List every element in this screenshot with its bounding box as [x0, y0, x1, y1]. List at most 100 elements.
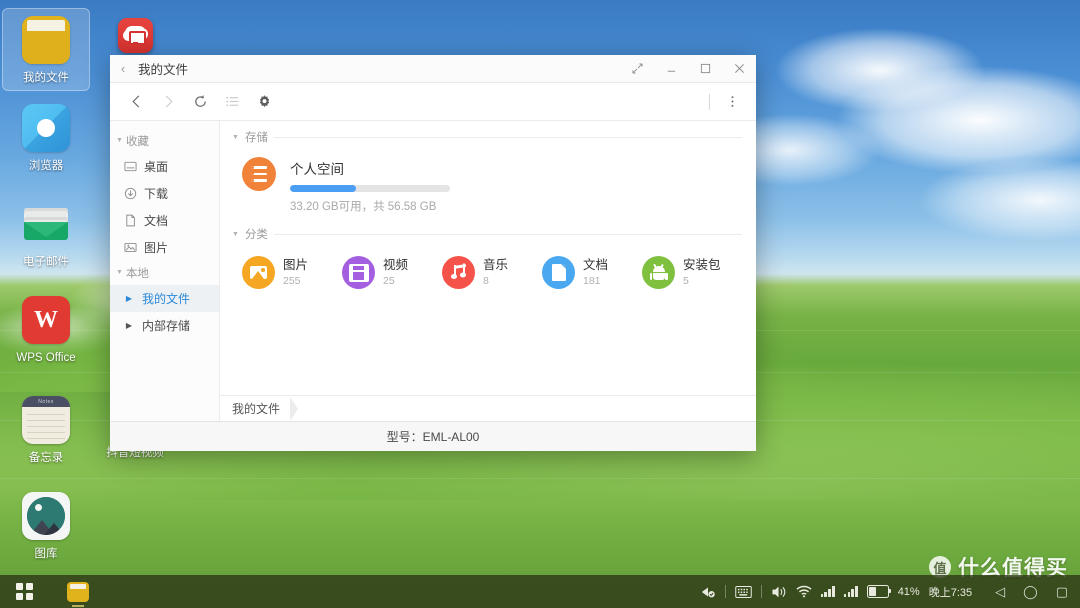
taskbar-item-file-manager[interactable]	[48, 575, 108, 608]
device-model-text: 型号：EML-AL00	[386, 430, 480, 444]
desktop-icon-notes[interactable]: Notes 备忘录	[2, 396, 90, 465]
tray-divider	[760, 585, 762, 598]
close-button[interactable]	[722, 55, 756, 82]
back-button[interactable]	[120, 88, 152, 116]
category-documents[interactable]: 文档 181	[542, 256, 642, 289]
picture-icon	[123, 241, 137, 255]
sidebar: ▼ 收藏 桌面 下载 文档 图片 ▼ 本地 ▶ 我的文件 ▶ 内部存储	[110, 121, 220, 421]
gallery-icon	[22, 492, 70, 540]
chevron-right-icon	[165, 95, 173, 108]
desktop-icon-gallery[interactable]: 图库	[2, 492, 90, 561]
signal-strength-2[interactable]	[843, 575, 858, 608]
video-category-icon	[342, 256, 375, 289]
clock[interactable]: 晚上7:35	[929, 584, 972, 600]
breadcrumb-bar: 我的文件	[220, 395, 756, 421]
chevron-left-icon	[131, 95, 139, 108]
signal-strength-1[interactable]	[820, 575, 835, 608]
categories-section-header[interactable]: ▼ 分类	[232, 226, 742, 242]
category-count: 181	[583, 275, 601, 287]
desktop-icon-label: 浏览器	[28, 160, 64, 172]
category-videos[interactable]: 视频 25	[342, 256, 442, 289]
list-view-button[interactable]	[216, 88, 248, 116]
category-count: 5	[683, 275, 689, 287]
folder-icon	[67, 581, 89, 602]
desktop-icon-browser[interactable]: 浏览器	[2, 104, 90, 173]
system-tray: 41% 晚上7:35 ◁ ◯ ▢	[700, 575, 1080, 608]
nav-home-button[interactable]: ◯	[1023, 584, 1038, 600]
more-options-button[interactable]	[716, 88, 748, 116]
sync-check-button[interactable]	[700, 575, 716, 608]
desktop-icon-wps-office[interactable]: W WPS Office	[2, 296, 90, 365]
keyboard-icon	[734, 585, 752, 598]
sidebar-item-my-files[interactable]: ▶ 我的文件	[110, 285, 219, 312]
storage-progress-bar	[290, 185, 450, 192]
window-titlebar: ‹ 我的文件	[110, 55, 756, 83]
section-title: 分类	[244, 229, 268, 241]
desktop-icon-label: 我的文件	[23, 72, 69, 84]
taskbar: 41% 晚上7:35 ◁ ◯ ▢	[0, 575, 1080, 608]
sidebar-group-label: 收藏	[125, 136, 149, 148]
sidebar-item-label: 我的文件	[142, 292, 191, 306]
nav-recents-button[interactable]: ▢	[1056, 584, 1068, 600]
triangle-right-icon: ▶	[125, 321, 133, 330]
desktop-icon-label: 电子邮件	[23, 256, 69, 268]
window-controls	[620, 55, 756, 82]
sidebar-item-desktop[interactable]: 桌面	[110, 153, 219, 180]
wifi-icon	[796, 585, 812, 598]
storage-section-header[interactable]: ▼ 存储	[232, 129, 742, 145]
desktop-icon-my-files[interactable]: 我的文件	[2, 8, 90, 91]
folder-icon	[22, 16, 70, 64]
titlebar-back-icon[interactable]: ‹	[110, 61, 136, 76]
breadcrumb-item[interactable]: 我的文件	[220, 400, 280, 417]
list-view-icon	[225, 96, 238, 107]
file-manager-window: ‹ 我的文件 ▼ 收藏 桌面 下载 文档 图片 ▼ 本地 ▶ 我的文件 ▶ 内部…	[110, 55, 756, 451]
sidebar-item-internal-storage[interactable]: ▶ 内部存储	[110, 312, 219, 339]
navigation-buttons: ◁ ◯ ▢	[981, 584, 1068, 600]
music-category-icon	[442, 256, 475, 289]
maximize-button[interactable]	[688, 55, 722, 82]
category-music[interactable]: 音乐 8	[442, 256, 542, 289]
volume-icon	[772, 586, 785, 597]
storage-text: 个人空间 33.20 GB可用，共 56.58 GB	[290, 157, 450, 214]
refresh-button[interactable]	[184, 88, 216, 116]
settings-button[interactable]	[248, 88, 280, 116]
grass-line	[0, 478, 1080, 479]
notes-icon: Notes	[22, 396, 70, 444]
signal-bars-icon	[843, 586, 858, 597]
apk-category-icon	[642, 256, 675, 289]
expand-button[interactable]	[620, 55, 654, 82]
category-pictures[interactable]: 图片 255	[242, 256, 342, 289]
apps-grid-icon	[15, 583, 33, 600]
desktop-icon-label: 备忘录	[28, 452, 64, 464]
content-area: ▼ 存储 个人空间 33.20 GB可用，共 56.58 GB ▼ 分类 图片 …	[220, 121, 756, 421]
content-main: ▼ 存储 个人空间 33.20 GB可用，共 56.58 GB ▼ 分类 图片 …	[220, 121, 756, 395]
caret-down-icon: ▼	[116, 136, 123, 144]
battery-indicator[interactable]	[866, 575, 892, 608]
sidebar-item-label: 下载	[144, 187, 169, 201]
remote-desktop-cloud-icon[interactable]	[118, 18, 153, 53]
sidebar-item-documents[interactable]: 文档	[110, 207, 219, 234]
desktop-icon	[123, 160, 137, 174]
volume-button[interactable]	[771, 575, 787, 608]
forward-button[interactable]	[152, 88, 184, 116]
nav-back-button[interactable]: ◁	[995, 584, 1005, 600]
triangle-right-icon: ▶	[125, 294, 133, 303]
apps-grid-button[interactable]	[0, 575, 48, 608]
sidebar-group-favorites[interactable]: ▼ 收藏	[110, 129, 219, 153]
wifi-button[interactable]	[796, 575, 812, 608]
download-icon	[123, 187, 137, 201]
minimize-button[interactable]	[654, 55, 688, 82]
category-count: 25	[383, 275, 395, 287]
mail-icon	[22, 200, 70, 248]
storage-row[interactable]: 个人空间 33.20 GB可用，共 56.58 GB	[232, 151, 742, 226]
keyboard-button[interactable]	[734, 575, 752, 608]
sidebar-item-downloads[interactable]: 下载	[110, 180, 219, 207]
sidebar-group-local[interactable]: ▼ 本地	[110, 261, 219, 285]
categories-row: 图片 255 视频 25 音乐 8 文档 181 安装包 5	[232, 248, 742, 299]
sidebar-item-pictures[interactable]: 图片	[110, 234, 219, 261]
desktop-icon-email[interactable]: 电子邮件	[2, 200, 90, 269]
category-apk[interactable]: 安装包 5	[642, 256, 742, 289]
window-body: ▼ 收藏 桌面 下载 文档 图片 ▼ 本地 ▶ 我的文件 ▶ 内部存储 ▼ 存储…	[110, 121, 756, 421]
category-count: 255	[283, 275, 301, 287]
toolbar-right-group	[703, 83, 748, 120]
